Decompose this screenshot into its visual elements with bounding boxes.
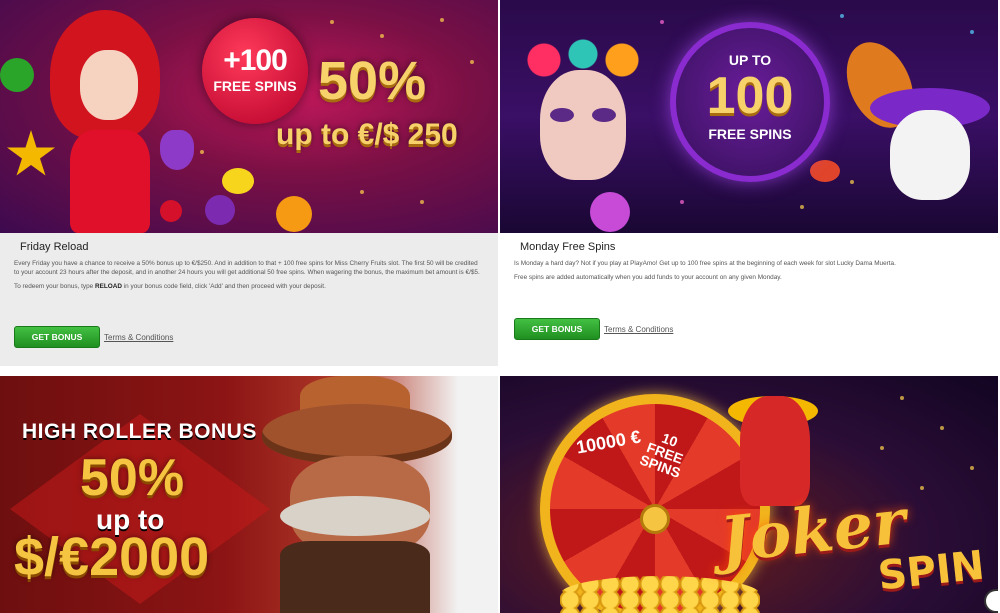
plum-icon bbox=[205, 195, 235, 225]
badge-big-text: +100 bbox=[223, 44, 288, 77]
banner-subline: up to €/$ 250 bbox=[276, 118, 458, 151]
promo-card-monday-free-spins: UP TO 100 FREE SPINS Monday Free Spins I… bbox=[500, 0, 998, 366]
badge-label: FREE SPINS bbox=[708, 126, 792, 142]
promo-title: Friday Reload bbox=[20, 241, 89, 253]
promo-actions: GET BONUS Terms & Conditions bbox=[14, 326, 173, 348]
promo-card-high-roller: HIGH ROLLER BONUS 50% up to $/€2000 bbox=[0, 376, 498, 613]
promo-title: Monday Free Spins bbox=[520, 241, 616, 253]
get-bonus-button[interactable]: GET BONUS bbox=[14, 326, 100, 348]
catrina-illustration bbox=[518, 30, 648, 233]
terms-link[interactable]: Terms & Conditions bbox=[604, 325, 673, 334]
bonus-code: RELOAD bbox=[95, 283, 122, 290]
chat-tab-button[interactable] bbox=[984, 589, 998, 613]
cowboy-hat-icon bbox=[262, 404, 452, 464]
code-instruction-suffix: in your bonus code field, click 'Add' an… bbox=[121, 283, 326, 290]
banner-headline: 50% bbox=[318, 51, 427, 111]
promo-paragraph: Free spins are added automatically when … bbox=[514, 274, 782, 281]
badge-small-text: FREE SPINS bbox=[213, 78, 297, 94]
flower-icon bbox=[590, 192, 630, 232]
skull-icon bbox=[890, 110, 970, 200]
spin-logo-word: SPIN bbox=[875, 542, 987, 600]
promo-content: Friday Reload Every Friday you have a ch… bbox=[0, 233, 498, 291]
promo-paragraph-code: To redeem your bonus, type RELOAD in you… bbox=[14, 282, 484, 291]
joker-spin-banner[interactable]: 10000 € 10 FREE SPINS Joker SPIN bbox=[500, 376, 998, 613]
character-illustration bbox=[40, 10, 180, 233]
code-instruction-prefix: To redeem your bonus, type bbox=[14, 283, 95, 290]
free-spins-badge: UP TO 100 FREE SPINS bbox=[670, 22, 830, 182]
cherry-icon bbox=[160, 200, 182, 222]
promo-card-friday-reload: +100 FREE SPINS 50% up to €/$ 250 Friday… bbox=[0, 0, 498, 366]
high-roller-banner[interactable]: HIGH ROLLER BONUS 50% up to $/€2000 bbox=[0, 376, 498, 613]
promotions-grid: +100 FREE SPINS 50% up to €/$ 250 Friday… bbox=[0, 0, 1000, 613]
maraca-icon bbox=[810, 160, 840, 182]
badge-number: 100 bbox=[706, 67, 794, 125]
promo-paragraph: Every Friday you have a chance to receiv… bbox=[14, 260, 480, 276]
friday-reload-banner[interactable]: +100 FREE SPINS 50% up to €/$ 250 bbox=[0, 0, 498, 233]
get-bonus-button[interactable]: GET BONUS bbox=[514, 318, 600, 340]
promo-actions: GET BONUS Terms & Conditions bbox=[514, 318, 673, 340]
lemon-icon bbox=[222, 168, 254, 194]
free-spins-badge: +100 FREE SPINS bbox=[202, 18, 308, 124]
high-roller-title: HIGH ROLLER BONUS bbox=[22, 420, 257, 443]
coin-pile-icon bbox=[560, 576, 760, 613]
grapes-icon bbox=[160, 130, 194, 170]
promo-content: Monday Free Spins Is Monday a hard day? … bbox=[500, 233, 998, 282]
mustache-icon bbox=[280, 496, 430, 536]
high-roller-amount: $/€2000 bbox=[14, 527, 210, 587]
orange-icon bbox=[276, 196, 312, 232]
promo-description: Every Friday you have a chance to receiv… bbox=[14, 257, 484, 291]
jester-illustration bbox=[740, 396, 810, 506]
wheel-hub bbox=[640, 504, 670, 534]
promo-card-joker-spin: 10000 € 10 FREE SPINS Joker SPIN bbox=[500, 376, 998, 613]
promo-description: Is Monday a hard day? Not if you play at… bbox=[514, 257, 984, 282]
watermelon-icon bbox=[0, 58, 34, 92]
monday-free-spins-banner[interactable]: UP TO 100 FREE SPINS bbox=[500, 0, 998, 233]
high-roller-percent: 50% bbox=[80, 449, 185, 507]
promo-paragraph: Is Monday a hard day? Not if you play at… bbox=[514, 260, 896, 267]
terms-link[interactable]: Terms & Conditions bbox=[104, 333, 173, 342]
cowboy-body bbox=[280, 541, 430, 613]
